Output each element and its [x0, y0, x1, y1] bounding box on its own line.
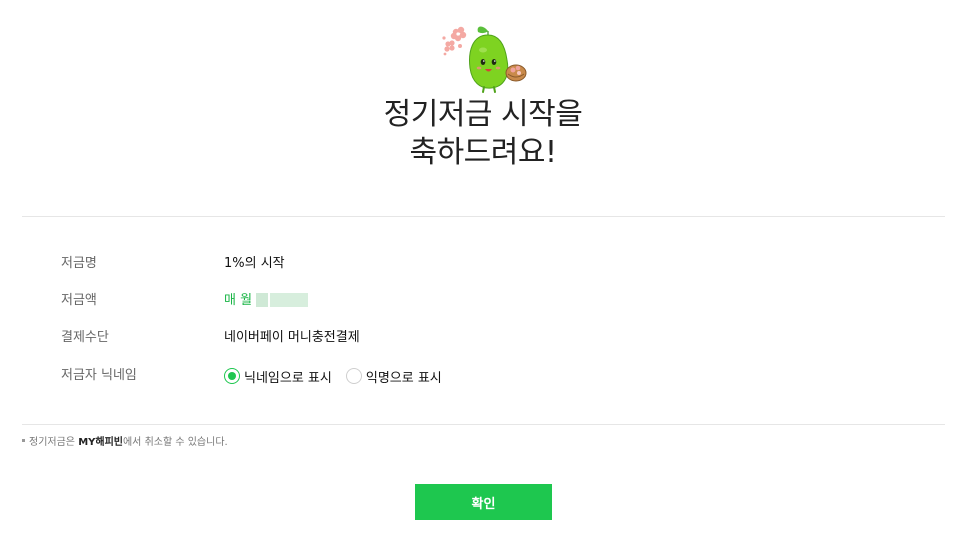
radio-unselected-icon[interactable] [345, 368, 362, 384]
page-title: 정기저금 시작을 축하드려요! [0, 96, 966, 172]
confirm-button[interactable]: 확인 [415, 484, 552, 520]
nickname-label: 저금자 닉네임 [61, 368, 137, 383]
title-line-2: 축하드려요! [409, 135, 557, 170]
notice-text-after: 에서 취소할 수 있습니다. [122, 437, 228, 448]
divider-bottom [22, 424, 945, 425]
nickname-radio-group: 닉네임으로 표시 익명으로 표시 [224, 366, 442, 386]
radio-anonymous-label: 익명으로 표시 [365, 370, 442, 386]
divider-top [22, 216, 945, 217]
savings-amount-value: 매 월 [224, 291, 309, 311]
radio-anonymous[interactable]: 익명으로 표시 [345, 367, 442, 386]
savings-name-value: 1%의 시작 [224, 256, 285, 271]
cancel-notice: 정기저금은 MY해피빈에서 취소할 수 있습니다. [22, 436, 228, 450]
payment-method-label: 결제수단 [61, 330, 109, 345]
payment-method-value: 네이버페이 머니충전결제 [224, 330, 360, 345]
savings-amount-label: 저금액 [61, 293, 97, 308]
savings-name-row: 저금명 1%의 시작 [0, 254, 966, 274]
savings-name-label: 저금명 [61, 256, 97, 271]
title-line-1: 정기저금 시작을 [383, 97, 583, 132]
nickname-row: 저금자 닉네임 닉네임으로 표시 익명으로 표시 [0, 366, 966, 386]
notice-highlight: MY해피빈 [78, 437, 123, 448]
radio-show-nickname[interactable]: 닉네임으로 표시 [224, 367, 332, 386]
bean-mascot-icon [442, 26, 527, 93]
radio-show-nickname-label: 닉네임으로 표시 [244, 370, 332, 386]
savings-amount-row: 저금액 매 월 [0, 291, 966, 311]
notice-text-before: 정기저금은 [29, 437, 79, 448]
radio-selected-icon[interactable] [224, 368, 240, 384]
bullet-icon [22, 439, 25, 442]
amount-redacted-2 [270, 293, 309, 307]
amount-period: 매 월 [224, 293, 253, 308]
amount-redacted-1 [256, 293, 269, 307]
payment-method-row: 결제수단 네이버페이 머니충전결제 [0, 328, 966, 348]
